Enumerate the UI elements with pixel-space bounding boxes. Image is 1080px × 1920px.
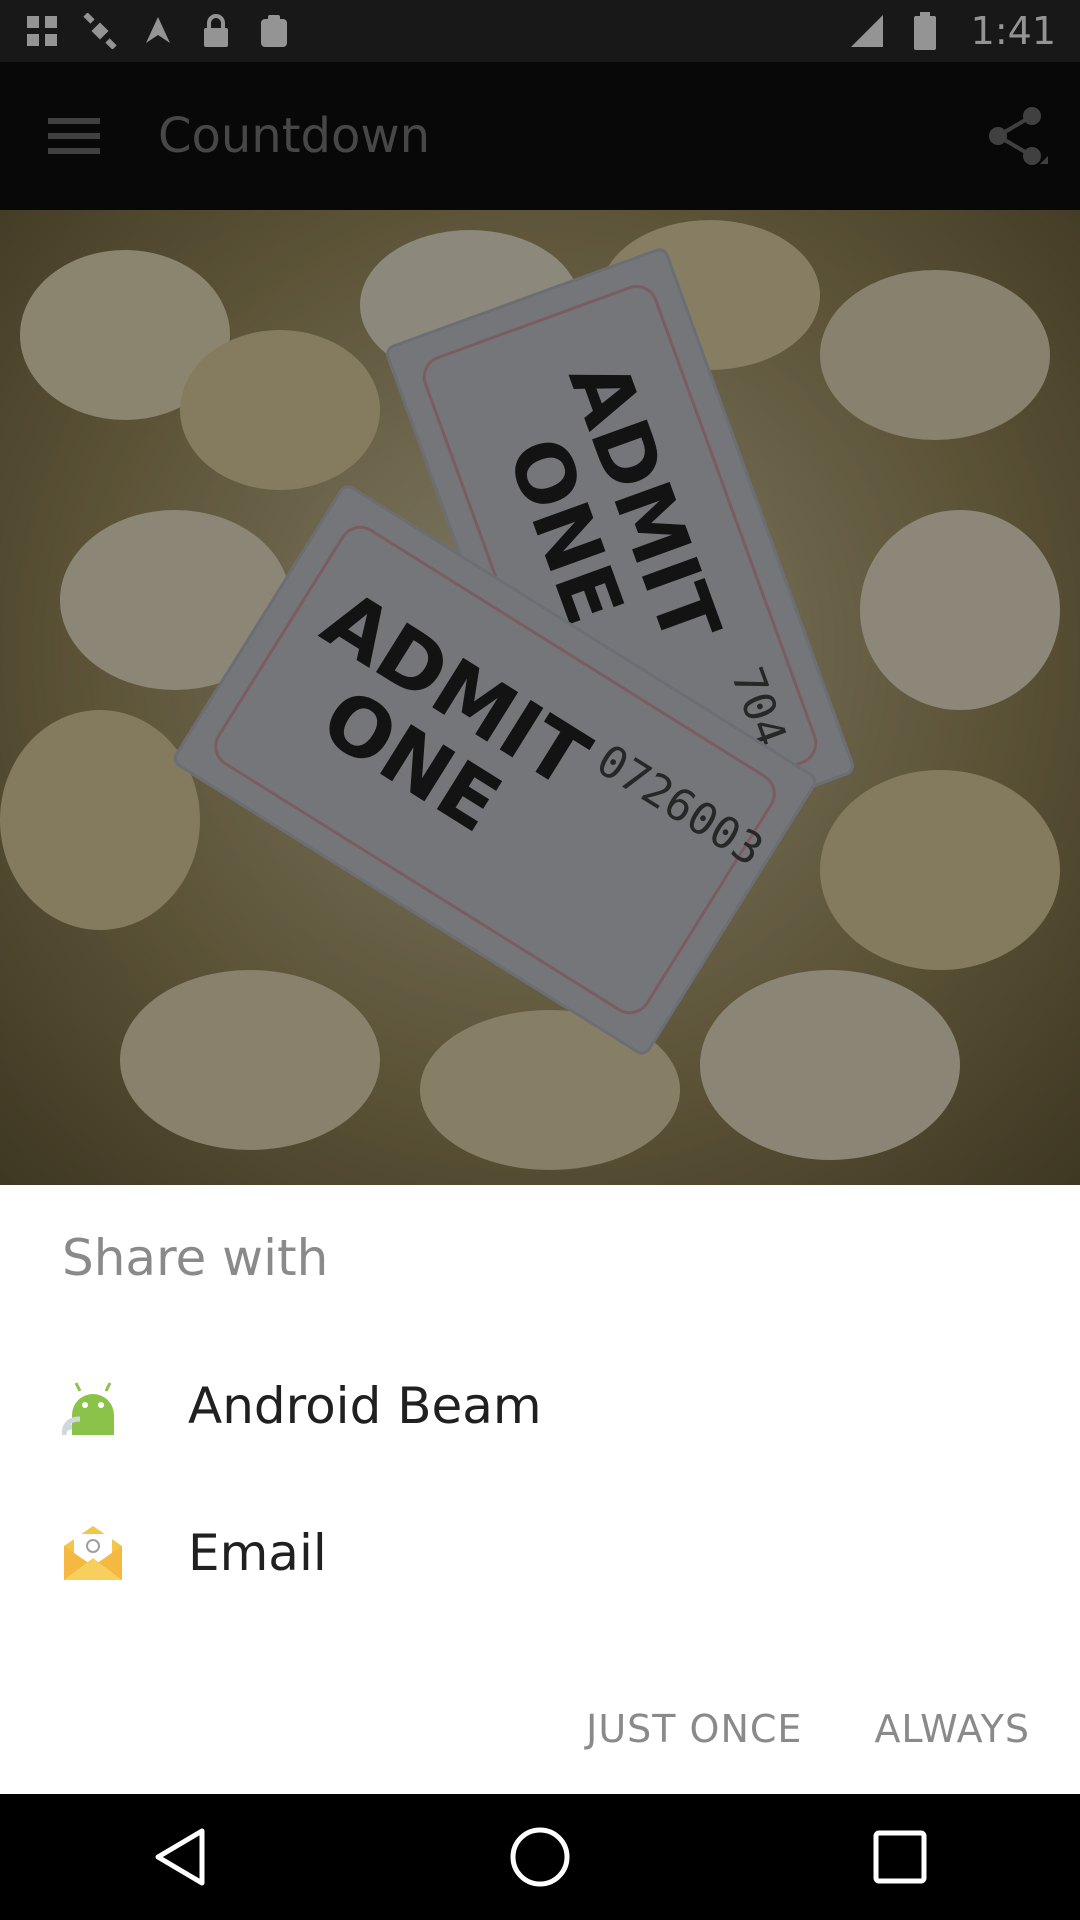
dim-overlay[interactable] [0, 0, 1080, 1185]
share-sheet: Share with Android Beam Email JUST ONCE … [0, 1185, 1080, 1794]
screen: 1:41 Countdown ADMIT ONE 704 ADMIT ONE 0… [0, 0, 1080, 1920]
back-button[interactable] [117, 1794, 243, 1920]
email-icon [62, 1522, 124, 1584]
just-once-button[interactable]: JUST ONCE [576, 1695, 812, 1763]
share-item-email[interactable]: Email [0, 1480, 1080, 1626]
recents-icon [873, 1830, 927, 1884]
navigation-bar [0, 1794, 1080, 1920]
always-button[interactable]: ALWAYS [864, 1695, 1040, 1763]
sheet-title: Share with [62, 1229, 329, 1287]
share-item-android-beam[interactable]: Android Beam [0, 1333, 1080, 1479]
share-item-label: Email [188, 1524, 327, 1582]
back-icon [155, 1828, 205, 1886]
home-icon [510, 1827, 570, 1887]
sheet-buttons: JUST ONCE ALWAYS [576, 1695, 1040, 1763]
home-button[interactable] [477, 1794, 603, 1920]
recents-button[interactable] [837, 1794, 963, 1920]
android-beam-icon [62, 1375, 124, 1437]
share-item-label: Android Beam [188, 1377, 542, 1435]
